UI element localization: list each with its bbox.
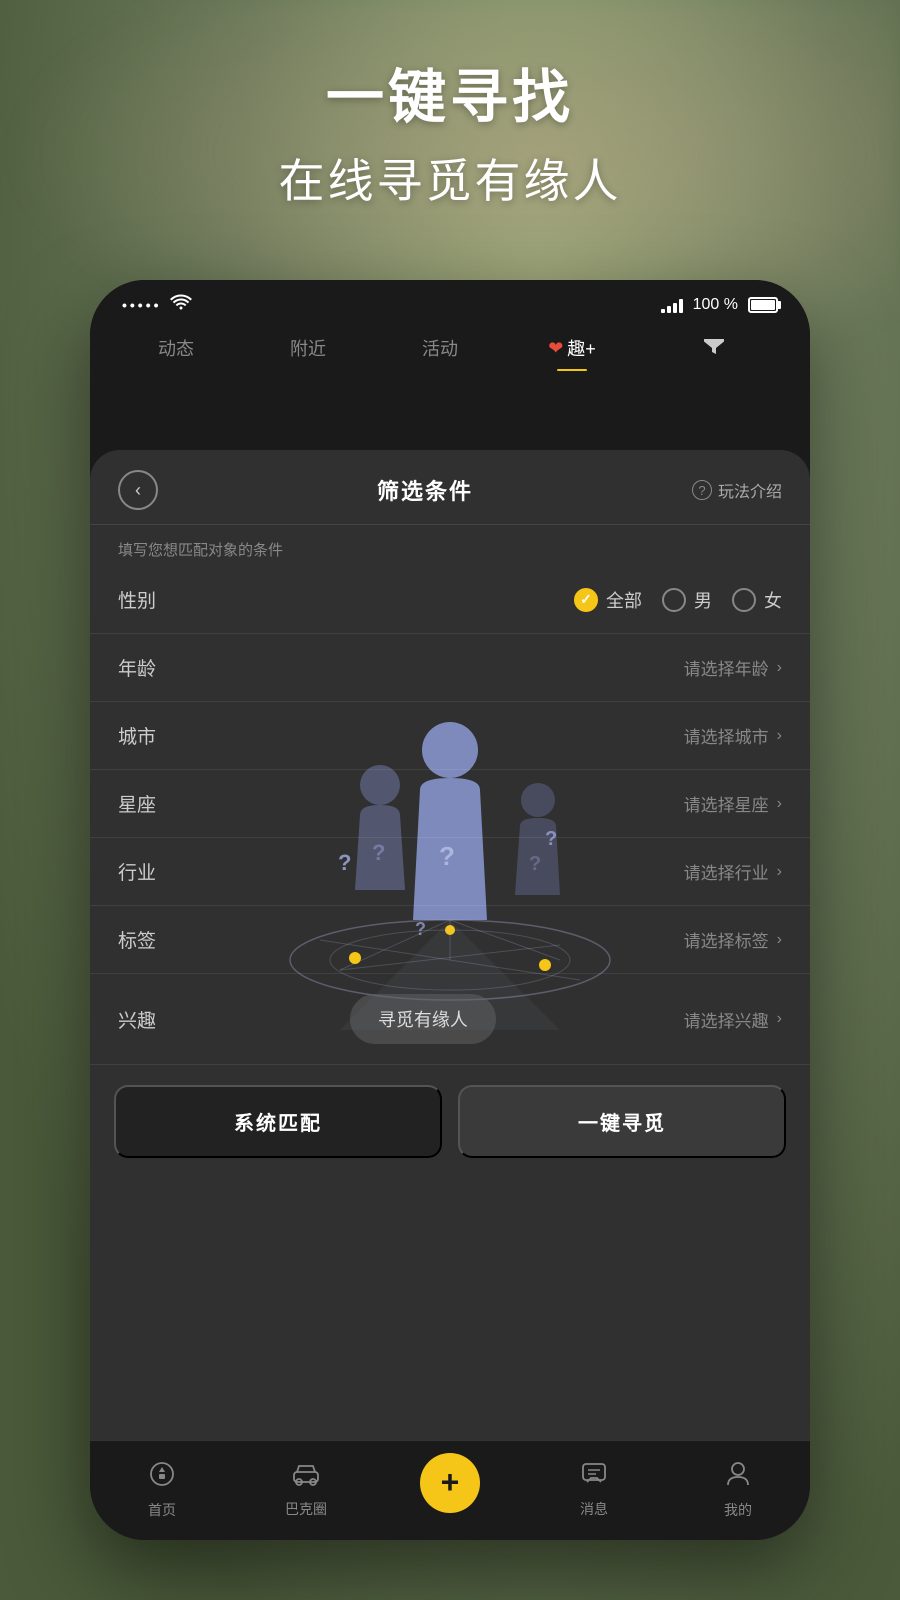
filter-city[interactable]: 城市 请选择城市 › xyxy=(90,702,810,770)
filter-industry[interactable]: 行业 请选择行业 › xyxy=(90,838,810,906)
filter-interest[interactable]: 兴趣 寻觅有缘人 请选择兴趣 › xyxy=(90,974,810,1065)
one-click-search-button[interactable]: 一键寻觅 xyxy=(458,1085,786,1158)
tab-dongtai[interactable]: 动态 xyxy=(110,329,242,367)
radio-female-icon xyxy=(732,588,756,612)
nav-bakequan[interactable]: 巴克圈 xyxy=(234,1462,378,1519)
car-icon xyxy=(292,1462,320,1493)
hero-title: 一键寻找 xyxy=(0,60,900,135)
top-navigation: 动态 附近 活动 ❤ 趣+ xyxy=(90,321,810,379)
help-circle-icon: ? xyxy=(692,480,712,500)
help-button[interactable]: ? 玩法介绍 xyxy=(692,478,782,502)
hero-section: 一键寻找 在线寻觅有缘人 xyxy=(0,60,900,211)
industry-label: 行业 xyxy=(118,858,178,885)
bottom-navigation: 首页 巴克圈 + xyxy=(90,1440,810,1540)
gender-all[interactable]: ✓ 全部 xyxy=(574,587,642,613)
chevron-right-icon: › xyxy=(777,1010,782,1028)
phone-frame: ••••• 100 % 动态 xyxy=(90,280,810,1540)
battery-icon xyxy=(748,297,778,313)
back-button[interactable]: ‹ xyxy=(118,470,158,510)
status-left: ••••• xyxy=(122,294,192,315)
panel-title: 筛选条件 xyxy=(377,474,473,506)
constellation-select[interactable]: 请选择星座 › xyxy=(684,791,782,816)
tags-label: 标签 xyxy=(118,926,178,953)
city-select[interactable]: 请选择城市 › xyxy=(684,723,782,748)
nav-home[interactable]: 首页 xyxy=(90,1461,234,1520)
chevron-right-icon: › xyxy=(777,795,782,813)
plus-button[interactable]: + xyxy=(420,1453,480,1513)
panel-header: ‹ 筛选条件 ? 玩法介绍 xyxy=(90,450,810,525)
industry-select[interactable]: 请选择行业 › xyxy=(684,859,782,884)
heart-icon: ❤ xyxy=(548,338,563,359)
filter-age[interactable]: 年龄 请选择年龄 › xyxy=(90,634,810,702)
tab-fujin[interactable]: 附近 xyxy=(242,329,374,367)
interest-label: 兴趣 xyxy=(118,1006,178,1033)
chevron-right-icon: › xyxy=(777,659,782,677)
chevron-right-icon: › xyxy=(777,727,782,745)
battery-percent: 100 % xyxy=(693,296,738,314)
nav-profile[interactable]: 我的 xyxy=(666,1461,810,1520)
age-label: 年龄 xyxy=(118,654,178,681)
person-icon xyxy=(726,1461,750,1494)
city-label: 城市 xyxy=(118,722,178,749)
message-icon xyxy=(581,1462,607,1493)
gender-male[interactable]: 男 xyxy=(662,587,712,613)
filter-icon-button[interactable] xyxy=(638,331,790,365)
tags-select[interactable]: 请选择标签 › xyxy=(684,927,782,952)
gender-female[interactable]: 女 xyxy=(732,587,782,613)
interest-tag[interactable]: 寻觅有缘人 xyxy=(350,994,496,1044)
chevron-right-icon: › xyxy=(777,863,782,881)
age-select[interactable]: 请选择年龄 › xyxy=(684,655,782,680)
hero-subtitle: 在线寻觅有缘人 xyxy=(0,145,900,211)
wifi-icon xyxy=(170,294,192,315)
interest-select[interactable]: 请选择兴趣 › xyxy=(684,1007,782,1032)
constellation-label: 星座 xyxy=(118,790,178,817)
system-match-button[interactable]: 系统匹配 xyxy=(114,1085,442,1158)
nav-messages[interactable]: 消息 xyxy=(522,1462,666,1519)
status-bar: ••••• 100 % xyxy=(90,280,810,321)
action-buttons: 系统匹配 一键寻觅 xyxy=(90,1065,810,1182)
filter-gender: 性别 ✓ 全部 男 女 xyxy=(90,566,810,634)
hint-text: 填写您想匹配对象的条件 xyxy=(90,525,810,566)
status-right: 100 % xyxy=(661,296,778,314)
tab-qu-plus[interactable]: ❤ 趣+ xyxy=(506,329,638,367)
filter-panel: ‹ 筛选条件 ? 玩法介绍 填写您想匹配对象的条件 xyxy=(90,450,810,1540)
gender-options: ✓ 全部 男 女 xyxy=(574,587,782,613)
nav-plus-center: + xyxy=(378,1453,522,1529)
filter-constellation[interactable]: 星座 请选择星座 › xyxy=(90,770,810,838)
radio-all-icon: ✓ xyxy=(574,588,598,612)
tab-huodong[interactable]: 活动 xyxy=(374,329,506,367)
filter-tags[interactable]: 标签 请选择标签 › xyxy=(90,906,810,974)
home-icon xyxy=(149,1461,175,1494)
signal-dots: ••••• xyxy=(122,297,162,313)
gender-label: 性别 xyxy=(118,586,178,613)
cellular-icon xyxy=(661,297,683,313)
radio-male-icon xyxy=(662,588,686,612)
chevron-right-icon: › xyxy=(777,931,782,949)
